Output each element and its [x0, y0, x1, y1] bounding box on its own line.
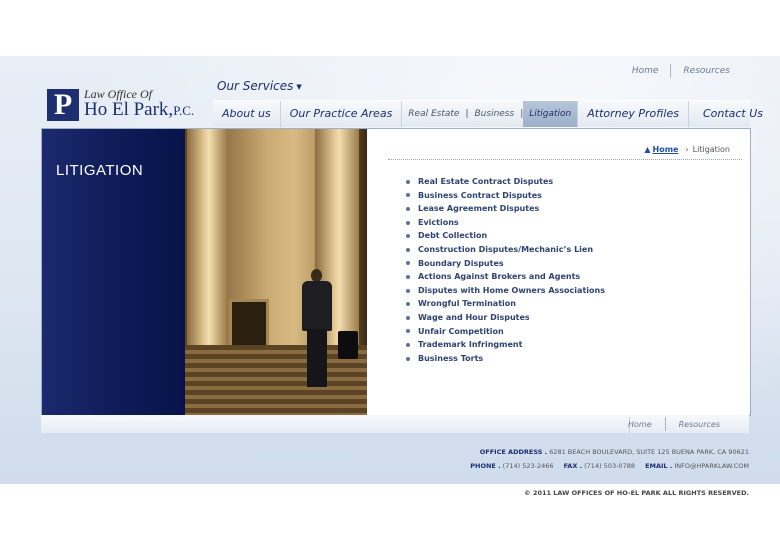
- logo-mark: P: [47, 89, 79, 121]
- list-item-label: Wrongful Termination: [418, 299, 516, 309]
- address-value: 6281 BEACH BOULEVARD, SUITE 125 BUENA PA…: [549, 448, 749, 456]
- fax-label: FAX .: [563, 462, 583, 470]
- bullet-icon: [406, 356, 410, 361]
- contact-info: PHONE . (714) 523-2466 FAX . (714) 503-0…: [470, 462, 749, 470]
- list-item: Actions Against Brokers and Agents: [406, 270, 605, 284]
- list-item-label: Evictions: [418, 217, 459, 227]
- list-item: Disputes with Home Owners Associations: [406, 284, 605, 298]
- bullet-icon: [406, 206, 410, 211]
- page-title: LITIGATION: [56, 162, 144, 179]
- our-services-menu[interactable]: Our Services ▼: [217, 79, 302, 93]
- phone-value: (714) 523-2466: [502, 462, 554, 470]
- office-address: OFFICE ADDRESS . 6281 BEACH BOULEVARD, S…: [480, 448, 749, 456]
- list-item: Construction Disputes/Mechanic’s Lien: [406, 243, 605, 257]
- email-label: EMAIL .: [645, 462, 673, 470]
- top-links: Home Resources: [620, 64, 742, 78]
- list-item: Business Torts: [406, 352, 605, 366]
- fax-value: (714) 503-0788: [584, 462, 635, 470]
- bullet-icon: [406, 302, 410, 307]
- home-arrow-icon: ▲: [644, 145, 651, 154]
- bullet-icon: [406, 179, 410, 184]
- bullet-icon: [406, 247, 410, 252]
- footer-nav: Home Resources: [41, 415, 749, 433]
- list-item-label: Disputes with Home Owners Associations: [418, 285, 605, 295]
- bullet-icon: [406, 193, 410, 198]
- footer-link-home[interactable]: Home: [615, 415, 665, 433]
- top-link-home[interactable]: Home: [620, 66, 671, 78]
- briefcase-icon: [338, 331, 358, 359]
- copyright: © 2011 LAW OFFICES OF HO-EL PARK ALL RIG…: [524, 489, 749, 497]
- column-left: [187, 129, 227, 359]
- bullet-icon: [406, 274, 410, 279]
- logo-text: Law Office Of Ho El Park,P.C.: [84, 88, 194, 121]
- list-item-label: Trademark Infringment: [418, 340, 523, 350]
- divider: [388, 159, 742, 160]
- side-banner: LITIGATION: [42, 129, 185, 415]
- lawyer-figure: [300, 269, 358, 389]
- bullet-icon: [406, 288, 410, 293]
- main-nav: About us Our Practice Areas Real Estate …: [213, 100, 763, 127]
- bullet-icon: [406, 315, 410, 320]
- list-item: Debt Collection: [406, 229, 605, 243]
- main-content: LITIGATION ▲ Home › Litigation Real Esta…: [41, 128, 751, 416]
- breadcrumb-home[interactable]: Home: [653, 145, 679, 154]
- nav-sub-litigation[interactable]: Litigation: [523, 101, 578, 127]
- footer-links: Home Resources: [615, 415, 733, 433]
- nav-sub-business[interactable]: Business: [469, 101, 521, 127]
- list-item-label: Unfair Competition: [418, 326, 504, 336]
- bullet-icon: [406, 261, 410, 266]
- logo-name-main: Ho El Park,: [84, 99, 174, 120]
- nav-sub-real-estate[interactable]: Real Estate: [402, 101, 465, 127]
- nav-attorney-profiles[interactable]: Attorney Profiles: [577, 101, 689, 127]
- list-item-label: Wage and Hour Disputes: [418, 312, 530, 322]
- chevron-down-icon: ▼: [296, 82, 302, 91]
- bullet-icon: [406, 329, 410, 334]
- logo-name: Ho El Park,P.C.: [84, 100, 194, 121]
- list-item-label: Boundary Disputes: [418, 258, 504, 268]
- nav-about-us[interactable]: About us: [213, 101, 281, 127]
- list-item: Real Estate Contract Disputes: [406, 175, 605, 189]
- list-item-label: Lease Agreement Disputes: [418, 204, 540, 214]
- figure-legs: [307, 329, 327, 387]
- bullet-icon: [406, 220, 410, 225]
- footer-link-resources[interactable]: Resources: [666, 415, 733, 433]
- breadcrumb-current: Litigation: [692, 145, 730, 154]
- logo-name-suffix: P.C.: [173, 103, 195, 118]
- chevron-right-icon: ›: [685, 145, 689, 154]
- nav-practice-areas[interactable]: Our Practice Areas: [281, 101, 403, 127]
- nav-contact-us[interactable]: Contact Us: [689, 101, 772, 127]
- list-item-label: Actions Against Brokers and Agents: [418, 272, 581, 282]
- our-services-label: Our Services: [217, 79, 294, 93]
- list-item: Wrongful Termination: [406, 297, 605, 311]
- bullet-icon: [406, 342, 410, 347]
- figure-body: [302, 281, 332, 331]
- list-item-label: Construction Disputes/Mechanic’s Lien: [418, 244, 594, 254]
- breadcrumb: ▲ Home › Litigation: [644, 145, 730, 154]
- site-logo[interactable]: P Law Office Of Ho El Park,P.C.: [47, 88, 194, 121]
- list-item: Wage and Hour Disputes: [406, 311, 605, 325]
- list-item: Lease Agreement Disputes: [406, 202, 605, 216]
- courthouse-photo: [185, 129, 367, 415]
- list-item: Business Contract Disputes: [406, 189, 605, 203]
- list-item-label: Business Torts: [418, 353, 484, 363]
- list-item: Boundary Disputes: [406, 257, 605, 271]
- email-link[interactable]: INFO@HPARKLAW.COM: [674, 462, 749, 470]
- list-item: Trademark Infringment: [406, 338, 605, 352]
- list-item: Evictions: [406, 216, 605, 230]
- practice-list: Real Estate Contract Disputes Business C…: [406, 175, 605, 365]
- bullet-icon: [406, 234, 410, 239]
- list-item: Unfair Competition: [406, 325, 605, 339]
- list-item-label: Business Contract Disputes: [418, 190, 542, 200]
- top-link-resources[interactable]: Resources: [671, 66, 742, 78]
- list-item-label: Debt Collection: [418, 231, 488, 241]
- list-item-label: Real Estate Contract Disputes: [418, 177, 554, 186]
- phone-label: PHONE .: [470, 462, 501, 470]
- address-label: OFFICE ADDRESS .: [479, 448, 548, 456]
